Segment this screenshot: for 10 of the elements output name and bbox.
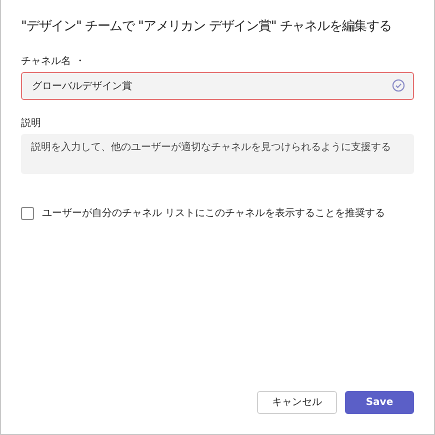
- checkbox[interactable]: [21, 207, 34, 220]
- save-button[interactable]: Save: [345, 391, 414, 414]
- description-field[interactable]: 説明を入力して、他のユーザーが適切なチャネルを見つけられるように支援する: [21, 134, 414, 174]
- cancel-button[interactable]: キャンセル: [257, 391, 337, 414]
- channel-name-field[interactable]: グローバルデザイン賞: [21, 72, 414, 100]
- checkbox-label: ユーザーが自分のチャネル リストにこのチャネルを表示することを推奨する: [42, 206, 386, 222]
- field-label: チャネル名: [21, 55, 71, 70]
- required-mark: ・: [75, 55, 85, 70]
- field-label: 説明: [21, 116, 42, 132]
- dialog-title: "デザイン" チームで "アメリカン デザイン賞" チャネルを編集する: [21, 18, 392, 36]
